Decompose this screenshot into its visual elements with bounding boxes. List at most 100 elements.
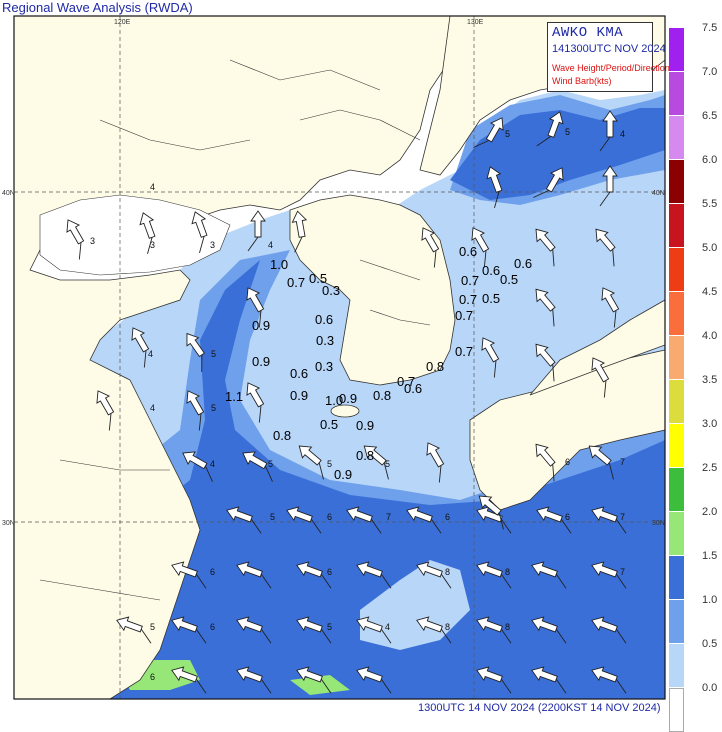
wave-period-label: 6 <box>445 512 450 522</box>
legend-label: 1.5 <box>702 550 718 562</box>
legend-label: 3.0 <box>702 418 718 430</box>
wave-period-label: 6 <box>327 512 332 522</box>
wave-period-label: 4 <box>620 129 625 139</box>
buoy-value: 0.8 <box>426 359 444 374</box>
legend-swatch <box>669 380 684 424</box>
grid-label-130e: 130E <box>467 19 484 26</box>
legend-swatch <box>669 204 684 248</box>
buoy-value: 0.9 <box>339 391 357 406</box>
wave-period-label: 4 <box>150 403 155 413</box>
wave-period-label: 4 <box>150 182 155 192</box>
wave-period-label: 5 <box>270 512 275 522</box>
wave-period-label: 3 <box>150 240 155 250</box>
wave-period-label: 5 <box>150 622 155 632</box>
legend-swatch <box>669 248 684 292</box>
legend-label: 0.5 <box>702 638 718 650</box>
wave-period-label: 8 <box>445 622 450 632</box>
legend-swatch <box>669 336 684 380</box>
wave-period-label: 8 <box>505 622 510 632</box>
legend-swatch <box>669 72 684 116</box>
legend-swatch <box>669 512 684 556</box>
wave-period-label: 3 <box>210 240 215 250</box>
legend-label: 7.5 <box>702 22 718 34</box>
wave-period-label: 6 <box>210 567 215 577</box>
buoy-value: 0.5 <box>320 417 338 432</box>
buoy-value: 0.7 <box>461 273 479 288</box>
buoy-value: 0.3 <box>316 333 334 348</box>
buoy-value: 0.7 <box>455 308 473 323</box>
legend-swatch <box>669 28 684 72</box>
legend-label: 2.0 <box>702 506 718 518</box>
legend-swatch <box>669 600 684 644</box>
grid-label-120e: 120E <box>114 19 131 26</box>
wave-period-label: 8 <box>505 567 510 577</box>
buoy-value: 0.6 <box>482 263 500 278</box>
legend-label: 5.5 <box>702 198 718 210</box>
footer-timestamp: 1300UTC 14 NOV 2024 (2200KST 14 NOV 2024… <box>418 702 661 714</box>
legend-swatch <box>669 556 684 600</box>
legend-label: 7.0 <box>702 66 718 78</box>
wave-period-label: 5 <box>211 349 216 359</box>
buoy-value: 0.7 <box>459 292 477 307</box>
wave-period-label: 4 <box>385 622 390 632</box>
legend-label: 0.0 <box>702 682 718 694</box>
grid-label-40n-left: 40N <box>2 190 15 197</box>
legend-label: 2.5 <box>702 462 718 474</box>
wave-height-legend <box>669 28 684 732</box>
buoy-value: 0.7 <box>287 275 305 290</box>
legend-swatch <box>669 644 684 688</box>
buoy-value: 1.0 <box>270 257 288 272</box>
buoy-value: 0.9 <box>252 354 270 369</box>
info-time: 141300UTC NOV 2024 <box>552 43 666 55</box>
buoy-value: 0.3 <box>322 283 340 298</box>
grid-label-30n-right: 30N <box>652 520 665 527</box>
buoy-value: 0.9 <box>356 418 374 433</box>
buoy-value: 0.6 <box>315 312 333 327</box>
wave-period-label: 5 <box>505 129 510 139</box>
buoy-value: 0.6 <box>514 256 532 271</box>
wave-period-label: 7 <box>386 512 391 522</box>
wave-period-label: 4 <box>210 459 215 469</box>
legend-swatch <box>669 116 684 160</box>
buoy-value: 0.6 <box>459 244 477 259</box>
wave-period-label: 8 <box>445 567 450 577</box>
buoy-value: 0.5 <box>482 291 500 306</box>
grid-label-30n-left: 30N <box>2 520 15 527</box>
wave-period-label: 6 <box>150 672 155 682</box>
info-legend-line-1: Wave Height/Period/Direction <box>552 63 670 73</box>
legend-label: 3.5 <box>702 374 718 386</box>
buoy-value: 0.8 <box>373 388 391 403</box>
buoy-value: 0.9 <box>334 467 352 482</box>
legend-label: 4.0 <box>702 330 718 342</box>
wave-period-label: 4 <box>268 240 273 250</box>
wave-period-label: 5 <box>327 622 332 632</box>
legend-swatch <box>669 160 684 204</box>
wave-period-label: 5 <box>211 403 216 413</box>
buoy-value: 1.1 <box>225 389 243 404</box>
info-box: AWKO KMA 141300UTC NOV 2024 Wave Height/… <box>547 22 670 92</box>
wave-period-label: 6 <box>210 622 215 632</box>
grid-label-40n-right: 40N <box>652 190 665 197</box>
buoy-value: 0.7 <box>455 344 473 359</box>
buoy-value: 0.8 <box>356 448 374 463</box>
legend-swatch <box>669 468 684 512</box>
legend-swatch <box>669 688 684 732</box>
wave-period-label: 5 <box>385 459 390 469</box>
legend-label: 6.5 <box>702 110 718 122</box>
legend-label: 5.0 <box>702 242 718 254</box>
legend-label: 6.0 <box>702 154 718 166</box>
wave-period-label: 5 <box>268 459 273 469</box>
buoy-value: 0.6 <box>290 366 308 381</box>
wave-period-label: 6 <box>327 567 332 577</box>
legend-swatch <box>669 424 684 468</box>
info-legend-line-2: Wind Barb(kts) <box>552 76 612 86</box>
wave-period-label: 7 <box>620 512 625 522</box>
legend-swatch <box>669 292 684 336</box>
wave-period-label: 5 <box>327 459 332 469</box>
wave-period-label: 7 <box>620 457 625 467</box>
buoy-value: 0.9 <box>252 318 270 333</box>
wave-period-label: 4 <box>148 349 153 359</box>
buoy-value: 0.8 <box>273 428 291 443</box>
wave-analysis-map: 120E 130E 40N 30N 40N 30N 1.0 0.5 0.7 0.… <box>2 15 666 700</box>
buoy-value: 0.6 <box>404 381 422 396</box>
